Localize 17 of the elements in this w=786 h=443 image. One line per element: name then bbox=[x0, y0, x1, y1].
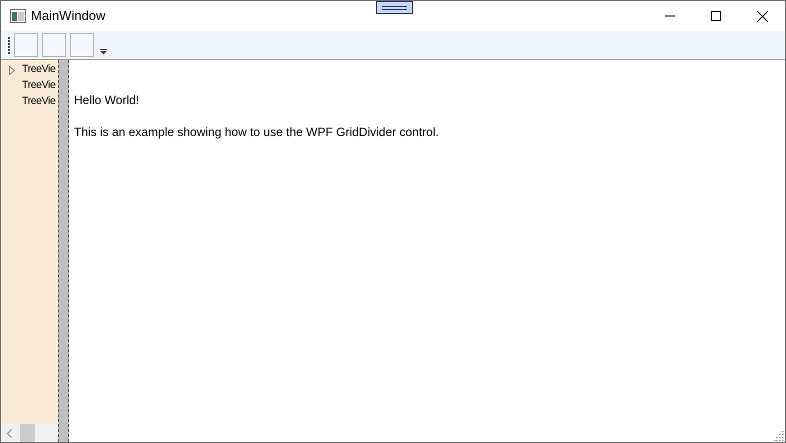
tree-item[interactable]: TreeVie bbox=[22, 78, 56, 94]
overflow-icon[interactable] bbox=[100, 49, 107, 55]
scroll-left-icon[interactable] bbox=[7, 428, 12, 438]
heading-text: Hello World! bbox=[74, 92, 140, 108]
toolbar-button[interactable] bbox=[42, 33, 66, 57]
tree-item[interactable]: TreeVie bbox=[22, 94, 56, 110]
toolbar-button[interactable] bbox=[70, 33, 94, 57]
description-text: This is an example showing how to use the WPF GridDivider control. bbox=[74, 124, 440, 140]
window-icon bbox=[10, 9, 26, 23]
close-icon bbox=[756, 10, 768, 22]
window-title: MainWindow bbox=[31, 7, 106, 26]
maximize-icon bbox=[711, 11, 721, 21]
expander-icon[interactable] bbox=[8, 66, 14, 74]
drag-handle[interactable] bbox=[376, 1, 413, 14]
scroll-thumb[interactable] bbox=[20, 424, 35, 442]
horizontal-scrollbar[interactable] bbox=[1, 424, 58, 442]
tree-item[interactable]: TreeVie bbox=[22, 62, 56, 78]
